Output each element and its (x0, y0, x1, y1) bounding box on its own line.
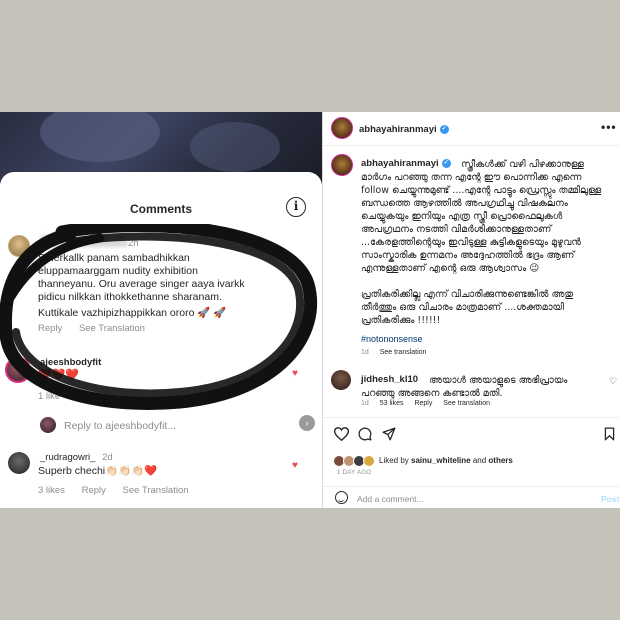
see-translation-link[interactable]: See translation (380, 349, 427, 356)
add-comment-input[interactable]: Add a comment... (357, 494, 424, 504)
like-heart-icon[interactable]: ♥ (292, 460, 298, 471)
comment-line: pidicu nilkkan ithokkethanne sharanam. (38, 291, 222, 303)
comment-text: Stherkallk panam sambadhikkan eluppamaar… (38, 252, 306, 320)
avatar[interactable] (331, 370, 351, 390)
avatar[interactable] (8, 235, 30, 257)
caption-time: 1d (361, 349, 369, 356)
likes-count[interactable]: 1 like (38, 391, 60, 402)
liker-avatar (363, 455, 375, 467)
reply-link[interactable]: Reply (77, 391, 101, 402)
comment-line: Kuttikale vazhipizhappikkan ororo 🚀 🚀 (38, 307, 227, 319)
comment-time: 2d (102, 452, 113, 463)
avatar[interactable] (5, 357, 31, 383)
see-translation-link[interactable]: See Translation (79, 323, 145, 334)
comment-username: _rudragowri_ 2d (40, 452, 127, 463)
likes-count[interactable]: 3 likes (38, 485, 65, 496)
comment-time: 2h (128, 238, 139, 249)
avatar (40, 417, 56, 433)
header-username-text[interactable]: abhayahiranmayi (359, 124, 437, 135)
add-comment-bar: Add a comment... Post (323, 486, 620, 508)
info-icon[interactable]: i (286, 197, 306, 217)
comment-text: ❤️❤️❤️ (38, 369, 80, 381)
emoji-icon[interactable] (335, 491, 348, 504)
comment-meta: 3 likes Reply See Translation (38, 485, 203, 496)
top-background-band (0, 0, 620, 112)
see-translation-link[interactable]: See translation (443, 400, 490, 407)
comments-sheet: Comments i 2h Stherkallk panam sambadhik… (0, 172, 322, 508)
heart-outline-icon[interactable] (334, 427, 349, 441)
avatar[interactable] (331, 117, 353, 139)
comment-meta: 1 like Reply (38, 391, 115, 402)
comment-line: eluppamaarggam nudity exhibition (38, 265, 198, 277)
more-icon[interactable]: ••• (601, 120, 617, 134)
like-heart-icon[interactable]: ♥ (292, 368, 298, 379)
next-arrow-icon[interactable]: › (299, 415, 315, 431)
verified-icon: ✓ (439, 124, 449, 134)
liked-by-user[interactable]: sainu_whiteline (411, 456, 471, 465)
caption-paragraph: പ്രതികരിക്കില്ല എന്ന് വിചാരിക്കുന്നുണ്ടെ… (361, 289, 574, 326)
comment-line: thanneyanu. Oru average singer aaya ivar… (38, 278, 245, 290)
blurred-username (40, 235, 128, 247)
post-button[interactable]: Post (601, 494, 619, 504)
post-caption: സ്ത്രീകൾക്ക് വഴി പിഴക്കാനുള്ള മാർഗം പറഞ്… (361, 158, 609, 340)
comments-screenshot: Comments i 2h Stherkallk panam sambadhik… (0, 112, 322, 508)
reply-to-field[interactable]: Reply to ajeeshbodyfit... (64, 420, 176, 432)
liked-by-prefix: Liked by (379, 456, 412, 465)
comment-line: Stherkallk panam sambadhikkan (38, 252, 190, 264)
comment-text: Superb chechi👏🏻👏🏻👏🏻❤️ (38, 465, 158, 477)
share-icon[interactable] (382, 427, 396, 441)
hashtag-link[interactable]: #notononsense (361, 334, 423, 344)
comment-meta: 1d 53 likes Reply See translation (361, 400, 499, 407)
liked-by-suffix: and (470, 456, 489, 465)
sheet-title: Comments (129, 202, 192, 216)
avatar[interactable] (8, 452, 30, 474)
comment-meta: Reply See Translation (38, 323, 159, 334)
divider (323, 417, 620, 418)
liked-by-line: Liked by sainu_whiteline and others (379, 456, 513, 465)
comment-username-text[interactable]: _rudragowri_ (40, 452, 95, 463)
comment-heart-icon[interactable]: ♡ (609, 376, 617, 387)
posted-ago: 1 DAY AGO (337, 470, 372, 476)
liked-by-others[interactable]: others (488, 456, 512, 465)
reply-link[interactable]: Reply (38, 323, 62, 334)
reply-link[interactable]: Reply (414, 400, 432, 407)
reply-link[interactable]: Reply (82, 485, 106, 496)
comment-icon[interactable] (358, 427, 372, 441)
post-header: abhayahiranmayi ✓ ••• (323, 112, 620, 146)
comment-text: അയാൾ അയാളുടെ അഭിപ്രായം പറഞ്ഞു അങ്ങനെ കണ്… (361, 375, 568, 399)
comment-time: 1d (361, 400, 369, 407)
see-translation-link[interactable]: See Translation (123, 485, 189, 496)
avatar[interactable] (331, 154, 353, 176)
post-panel: abhayahiranmayi ✓ ••• abhayahiranmayi ✓ സ്… (322, 112, 620, 508)
comment-username[interactable]: ajeeshbodyfit (40, 357, 101, 368)
likes-count[interactable]: 53 likes (380, 400, 404, 407)
bottom-background-band (0, 508, 620, 620)
header-username[interactable]: abhayahiranmayi ✓ (359, 124, 449, 135)
caption-meta: 1d See translation (361, 349, 435, 356)
caption-paragraph: സ്ത്രീകൾക്ക് വഴി പിഴക്കാനുള്ള മാർഗം പറഞ്… (361, 159, 602, 274)
bookmark-icon[interactable] (604, 427, 615, 441)
